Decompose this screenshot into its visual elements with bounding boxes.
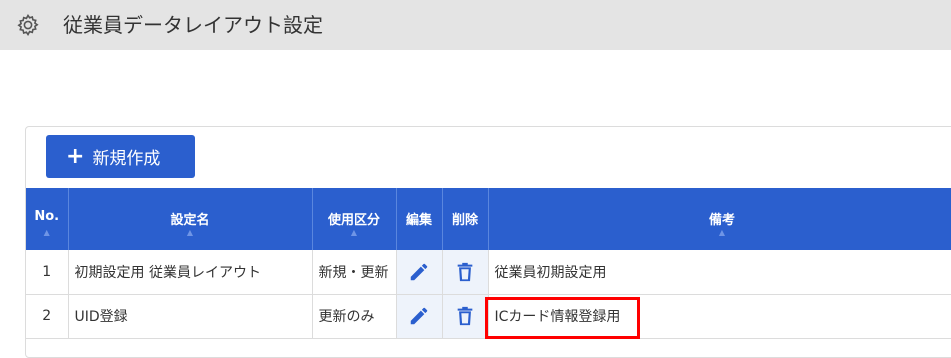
usage-type: 更新のみ [312,294,396,338]
sort-icon: ▲ [313,228,396,237]
column-header-no[interactable]: No. ▲ [26,188,68,250]
column-header-delete: 削除 [442,188,488,250]
pencil-icon[interactable] [408,305,430,327]
row-number: 1 [26,250,68,294]
column-header-name[interactable]: 設定名▲ [68,188,312,250]
usage-type: 新規・更新 [312,250,396,294]
plus-icon: + [66,146,84,168]
table-header-row: No.▲ 設定名▲ 使用区分▲ 編集 削除 備考▲ [26,188,951,250]
delete-cell[interactable] [442,250,488,294]
table-row[interactable]: 1 初期設定用 従業員レイアウト 新規・更新 従業員初期設定用 [26,250,951,294]
settings-table: No.▲ 設定名▲ 使用区分▲ 編集 削除 備考▲ 1 初期設定用 従業員レイア… [26,188,951,339]
edit-cell[interactable] [396,250,442,294]
edit-cell[interactable] [396,294,442,338]
setting-name: 初期設定用 従業員レイアウト [68,250,312,294]
delete-cell[interactable] [442,294,488,338]
page-title: 従業員データレイアウト設定 [63,12,323,38]
column-header-note[interactable]: 備考▲ [488,188,951,250]
pencil-icon[interactable] [408,261,430,283]
sort-icon: ▲ [489,228,951,237]
trash-icon[interactable] [454,261,476,283]
note: 従業員初期設定用 [488,250,951,294]
sort-icon: ▲ [69,228,312,237]
gear-icon [16,13,40,37]
column-label: No. [26,209,68,224]
setting-name: UID登録 [68,294,312,338]
add-new-button[interactable]: + 新規作成 [46,135,195,178]
table-row[interactable]: 2 UID登録 更新のみ ICカード情報登録用 [26,294,951,338]
note: ICカード情報登録用 [488,294,951,338]
column-header-edit: 編集 [396,188,442,250]
column-label: 使用区分 [313,209,396,228]
column-label: 設定名 [69,209,312,228]
column-label: 備考 [489,209,951,228]
column-label: 削除 [443,209,488,228]
page-header: 従業員データレイアウト設定 [0,0,951,50]
trash-icon[interactable] [454,305,476,327]
column-header-usage[interactable]: 使用区分▲ [312,188,396,250]
sort-icon: ▲ [26,228,68,237]
add-new-label: 新規作成 [92,144,160,169]
column-label: 編集 [397,209,442,228]
row-number: 2 [26,294,68,338]
